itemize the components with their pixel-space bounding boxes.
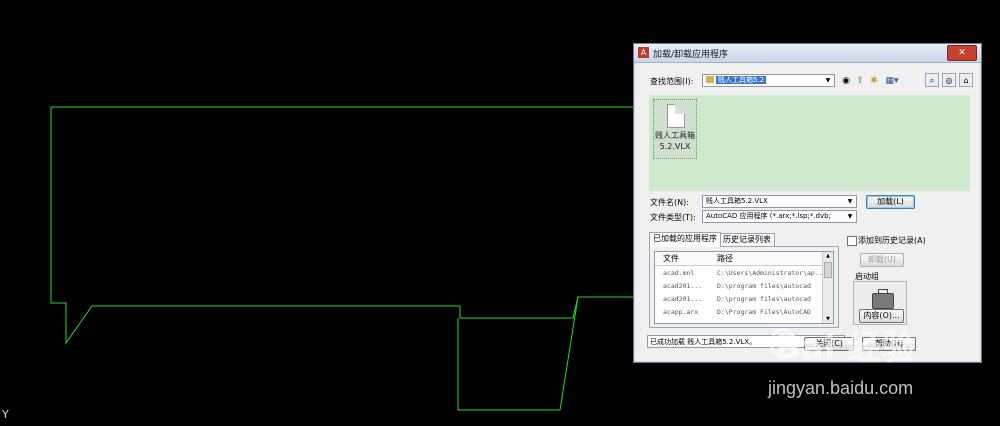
- filetype-value: AutoCAD 应用程序 (*.arx;*.lsp;*.dvb;: [706, 212, 831, 220]
- title-bar[interactable]: A 加载/卸载应用程序 ✕: [634, 44, 981, 63]
- file-name: 贱人工具箱 5.2.VLX: [654, 130, 696, 152]
- tab-loaded-apps[interactable]: 已加载的应用程序: [649, 232, 721, 247]
- filename-value: 贱人工具箱5.2.VLX: [706, 197, 768, 205]
- file-name-line2: 5.2.VLX: [659, 142, 691, 151]
- row-file: acad201...: [663, 295, 703, 303]
- column-file[interactable]: 文件: [663, 253, 679, 264]
- column-path[interactable]: 路径: [717, 253, 733, 264]
- back-icon[interactable]: ◉: [840, 75, 852, 87]
- row-file: acad201...: [663, 282, 703, 290]
- loaded-apps-table[interactable]: 文件 路径 acad.mnl C:\Users\Administrator\ap.…: [654, 251, 834, 324]
- cad-outline-bottom: [457, 296, 579, 411]
- briefcase-icon: [872, 289, 894, 309]
- web-icon[interactable]: ⌂: [959, 73, 973, 87]
- find-icon[interactable]: ⌕: [925, 73, 939, 87]
- up-folder-icon[interactable]: ⇧: [854, 75, 866, 87]
- chevron-down-icon[interactable]: ▼: [845, 211, 855, 222]
- row-file: acapp.arx: [663, 308, 699, 316]
- close-window-button[interactable]: ✕: [947, 45, 977, 61]
- table-row[interactable]: acad.mnl C:\Users\Administrator\ap...: [655, 267, 823, 280]
- row-path: D:\program files\autocad: [717, 295, 811, 303]
- table-header: 文件 路径: [655, 252, 823, 266]
- scroll-thumb[interactable]: [824, 262, 832, 278]
- row-path: D:\Program Files\AutoCAD: [717, 308, 811, 316]
- filetype-dropdown[interactable]: AutoCAD 应用程序 (*.arx;*.lsp;*.dvb; ▼: [702, 210, 857, 223]
- dialog-title: 加载/卸载应用程序: [653, 50, 729, 60]
- filename-input[interactable]: 贱人工具箱5.2.VLX ▼: [702, 195, 857, 208]
- row-path: D:\program files\autocad: [717, 282, 811, 290]
- row-path: C:\Users\Administrator\ap...: [717, 269, 823, 277]
- locate-icon[interactable]: ◎: [942, 73, 956, 87]
- file-list-area[interactable]: 贱人工具箱 5.2.VLX: [649, 95, 970, 191]
- table-row[interactable]: acad201... D:\program files\autocad: [655, 293, 823, 306]
- ucs-icon: Y: [2, 408, 9, 421]
- scroll-up-icon[interactable]: ▲: [823, 252, 833, 260]
- document-icon: [667, 104, 685, 128]
- file-item[interactable]: 贱人工具箱 5.2.VLX: [653, 99, 697, 159]
- table-row[interactable]: acapp.arx D:\Program Files\AutoCAD: [655, 306, 823, 319]
- chevron-down-icon: ▼: [825, 77, 831, 84]
- autocad-icon: A: [638, 47, 649, 58]
- file-name-line1: 贱人工具箱: [655, 131, 695, 140]
- cad-outline-lower: [50, 107, 633, 345]
- row-file: acad.mnl: [663, 269, 695, 277]
- folder-icon: [706, 76, 714, 83]
- lookin-label: 查找范围(I):: [650, 77, 694, 86]
- views-icon[interactable]: ▦▾: [882, 75, 902, 87]
- add-to-history-checkbox[interactable]: [847, 236, 857, 246]
- unload-button[interactable]: 卸载(U): [860, 253, 904, 267]
- filetype-label: 文件类型(T):: [650, 213, 696, 222]
- new-folder-icon[interactable]: ✱: [868, 75, 880, 87]
- loaded-apps-panel: 文件 路径 acad.mnl C:\Users\Administrator\ap.…: [649, 246, 839, 328]
- chevron-down-icon[interactable]: ▼: [845, 196, 855, 207]
- lookin-value: 贱人工具箱5.2: [716, 76, 767, 84]
- lookin-dropdown[interactable]: 贱人工具箱5.2 ▼: [702, 74, 835, 87]
- filename-label: 文件名(N):: [650, 198, 689, 207]
- table-row[interactable]: acad201... D:\program files\autocad: [655, 280, 823, 293]
- load-unload-dialog: A 加载/卸载应用程序 ✕ 查找范围(I): 贱人工具箱5.2 ▼ ◉ ⇧ ✱ …: [633, 43, 982, 363]
- load-button[interactable]: 加载(L): [866, 195, 915, 209]
- tab-history-list[interactable]: 历史记录列表: [719, 233, 775, 247]
- watermark-brand: Bai 经验: [775, 328, 916, 368]
- vertical-scrollbar[interactable]: ▲ ▼: [822, 252, 833, 323]
- add-to-history-label: 添加到历史记录(A): [858, 236, 926, 245]
- watermark-url: jingyan.baidu.com: [768, 378, 914, 398]
